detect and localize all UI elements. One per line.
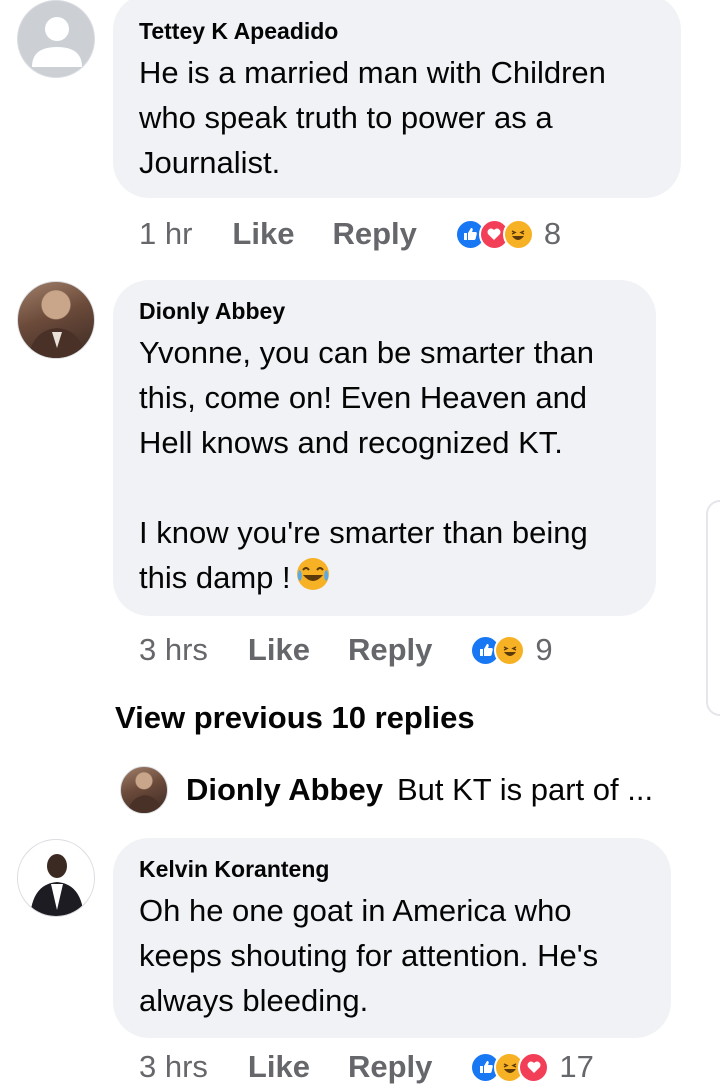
- comment-author[interactable]: Tettey K Apeadido: [139, 18, 655, 44]
- like-button[interactable]: Like: [248, 632, 310, 668]
- profile-photo-icon: [30, 854, 84, 916]
- reply-preview-text: But KT is part of ...: [396, 772, 654, 807]
- reaction-summary[interactable]: 9: [470, 632, 553, 668]
- comment-time[interactable]: 1 hr: [139, 216, 192, 252]
- reply-button[interactable]: Reply: [332, 216, 416, 252]
- reply-button[interactable]: Reply: [348, 1049, 432, 1085]
- comment-meta: 1 hr Like Reply 8: [139, 212, 561, 256]
- default-avatar-icon: [32, 17, 82, 67]
- avatar-dionly-abbey-small[interactable]: [120, 766, 168, 814]
- reaction-count: 17: [559, 1049, 594, 1084]
- reaction-count: 8: [543, 216, 562, 251]
- comment-text-body: Yvonne, you can be smarter than this, co…: [139, 335, 594, 595]
- profile-photo-icon: [28, 328, 86, 358]
- reaction-count: 9: [535, 632, 553, 667]
- comment-meta: 3 hrs Like Reply 17: [139, 1045, 594, 1089]
- avatar-kelvin-koranteng[interactable]: [17, 839, 95, 917]
- floating-panel-edge[interactable]: [706, 500, 720, 716]
- reply-preview-author[interactable]: Dionly Abbey: [186, 772, 383, 808]
- like-button[interactable]: Like: [248, 1049, 310, 1085]
- reply-button[interactable]: Reply: [348, 632, 432, 668]
- view-previous-replies-link[interactable]: View previous 10 replies: [115, 700, 475, 736]
- comment-meta: 3 hrs Like Reply 9: [139, 628, 553, 672]
- avatar-default[interactable]: [17, 0, 95, 78]
- comment-bubble[interactable]: Dionly Abbey Yvonne, you can be smarter …: [113, 280, 656, 616]
- comment-text: Oh he one goat in America who keeps shou…: [139, 893, 599, 1018]
- haha-reaction-icon: [494, 634, 526, 666]
- like-button[interactable]: Like: [232, 216, 294, 252]
- comment-bubble[interactable]: Kelvin Koranteng Oh he one goat in Ameri…: [113, 838, 671, 1038]
- comment-author[interactable]: Kelvin Koranteng: [139, 856, 645, 882]
- profile-photo-icon: [127, 795, 163, 813]
- comment-author[interactable]: Dionly Abbey: [139, 298, 630, 324]
- reaction-summary[interactable]: 17: [470, 1049, 594, 1085]
- comment-time[interactable]: 3 hrs: [139, 632, 208, 668]
- reaction-summary[interactable]: 8: [454, 216, 562, 252]
- comment-time[interactable]: 3 hrs: [139, 1049, 208, 1085]
- laughing-crying-emoji-icon: [295, 556, 331, 604]
- avatar-dionly-abbey[interactable]: [17, 281, 95, 359]
- comment-text: He is a married man with Children who sp…: [139, 55, 606, 180]
- reply-preview[interactable]: Dionly Abbey But KT is part of ...: [120, 766, 653, 814]
- love-reaction-icon: [518, 1051, 550, 1083]
- haha-reaction-icon: [502, 218, 534, 250]
- comment-text: Yvonne, you can be smarter than this, co…: [139, 330, 630, 604]
- comment-bubble[interactable]: Tettey K Apeadido He is a married man wi…: [113, 0, 681, 198]
